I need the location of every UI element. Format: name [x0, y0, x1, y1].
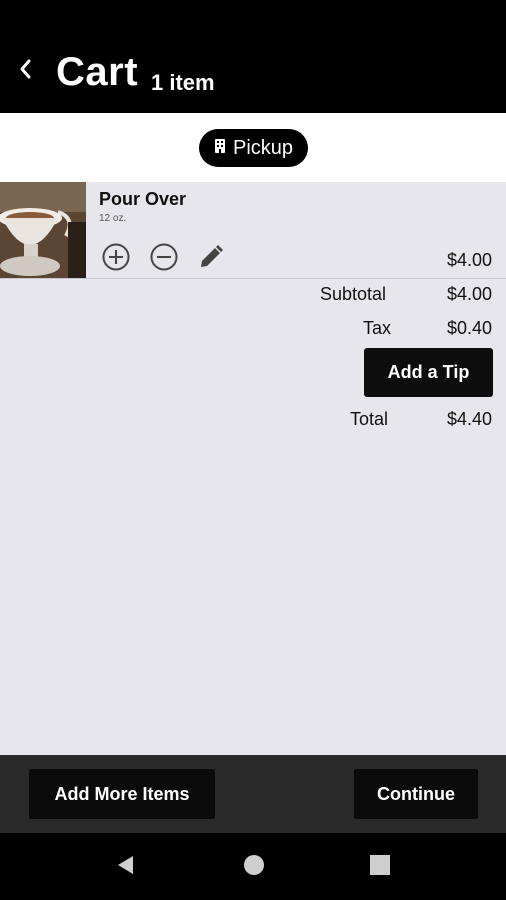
- cart-item-row[interactable]: [0, 182, 506, 279]
- tax-value: $0.40: [446, 318, 492, 338]
- item-size: 12 oz.: [99, 213, 127, 224]
- item-price: $4.00: [446, 250, 492, 270]
- nav-back-button[interactable]: [114, 855, 138, 879]
- item-name: Pour Over: [99, 189, 187, 209]
- cart-item-count: 1 item: [151, 70, 215, 95]
- add-more-items-button[interactable]: Add More Items: [29, 769, 215, 819]
- circle-home-icon: [243, 854, 265, 881]
- product-thumbnail: [0, 182, 86, 278]
- store-icon: [214, 137, 226, 160]
- back-button[interactable]: [12, 56, 38, 86]
- total-value: $4.40: [446, 409, 492, 429]
- plus-circle-icon: [101, 242, 131, 277]
- pickup-label: Pickup: [232, 136, 294, 159]
- total-label: Total: [350, 409, 389, 429]
- nav-home-button[interactable]: [242, 854, 266, 881]
- subtotal-label: Subtotal: [320, 284, 387, 304]
- add-tip-button[interactable]: Add a Tip: [364, 348, 493, 397]
- app-header: Cart 1 item: [0, 0, 506, 113]
- subtotal-value: $4.00: [446, 284, 492, 304]
- edit-item-button[interactable]: [196, 244, 226, 274]
- pencil-icon: [197, 243, 225, 276]
- minus-circle-icon: [149, 242, 179, 277]
- nav-recents-button[interactable]: [368, 854, 392, 881]
- pickup-toggle[interactable]: Pickup: [199, 129, 308, 167]
- decrease-quantity-button[interactable]: [149, 242, 179, 277]
- page-title: Cart: [56, 50, 139, 94]
- continue-button[interactable]: Continue: [354, 769, 478, 819]
- increase-quantity-button[interactable]: [101, 242, 131, 277]
- square-recents-icon: [369, 854, 391, 881]
- chevron-left-icon: [18, 58, 32, 85]
- tax-label: Tax: [363, 318, 392, 338]
- triangle-back-icon: [115, 854, 137, 881]
